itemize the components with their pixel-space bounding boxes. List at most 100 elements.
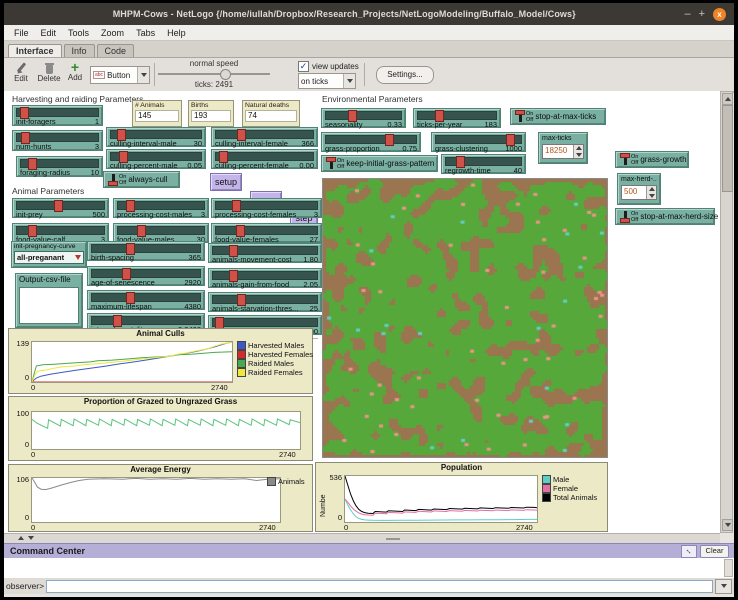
spinner[interactable] (646, 186, 656, 199)
chooser-init-pregnancy-curve[interactable]: init-pregnancy-curve all-preganant (11, 241, 87, 268)
input-max-herd[interactable]: max-herd-... 500 (617, 173, 661, 205)
history-dropdown-button[interactable] (715, 578, 732, 594)
slider-track[interactable] (110, 129, 202, 141)
slider-food-value-females[interactable]: food-value-females 27 (211, 223, 322, 244)
slider-handle[interactable] (126, 292, 136, 304)
menu-zoom[interactable]: Zoom (95, 28, 130, 38)
minimize-button[interactable]: – (684, 8, 690, 20)
slider-init-foragers[interactable]: init-foragers 1 (12, 105, 103, 126)
scrollbar-thumb[interactable] (722, 105, 733, 192)
slider-handle[interactable] (19, 107, 29, 119)
spinner[interactable] (573, 145, 583, 158)
input-max-ticks[interactable]: max-ticks 18250 (538, 132, 588, 164)
add-button[interactable]: + Add (64, 60, 86, 82)
slider-track[interactable] (117, 225, 205, 237)
close-button[interactable]: x (713, 7, 726, 21)
slider-track[interactable] (16, 107, 99, 119)
slider-handle[interactable] (236, 225, 246, 237)
slider-handle[interactable] (117, 129, 127, 141)
slider-num-hunts[interactable]: num-hunts 3 (12, 130, 103, 151)
slider-ticks-per-year[interactable]: ticks-per-year 183 (413, 108, 501, 129)
slider-handle[interactable] (229, 245, 239, 257)
slider-handle[interactable] (136, 225, 146, 237)
switch-stop-at-max-herd-size[interactable]: On Off stop-at-max-herd-size (615, 208, 718, 225)
slider-handle[interactable] (237, 129, 247, 141)
slider-track[interactable] (117, 200, 205, 212)
slider-track[interactable] (16, 132, 99, 144)
input-value[interactable]: 18250 (543, 145, 573, 158)
slider-handle[interactable] (435, 110, 445, 122)
slider-track[interactable] (91, 292, 201, 304)
slider-track[interactable] (215, 200, 318, 212)
slider-track[interactable] (20, 158, 99, 170)
slider-seasonality[interactable]: seasonality 0.33 (321, 108, 406, 129)
slider-track[interactable] (91, 315, 201, 327)
slider-track[interactable] (16, 225, 105, 237)
slider-track[interactable] (435, 134, 522, 146)
slider-handle[interactable] (122, 268, 132, 280)
slider-animals-movement-cost[interactable]: animals-movement-cost 1.80 (208, 243, 322, 264)
slider-init-prey[interactable]: init-prey 500 (12, 198, 109, 219)
slider-culling-interval-female[interactable]: culling-interval-female 366 (211, 127, 318, 148)
slider-track[interactable] (215, 225, 318, 237)
slider-handle[interactable] (229, 270, 239, 282)
slider-grass-proportion[interactable]: grass-proportion 0.75 (321, 132, 421, 153)
scroll-up-arrow[interactable] (722, 93, 733, 105)
slider-processing-cost-females[interactable]: processing-cost-females 3 (211, 198, 322, 219)
switch-toggle[interactable] (514, 110, 525, 123)
scroll-right-arrow[interactable] (28, 536, 34, 540)
slider-track[interactable] (445, 156, 522, 168)
slider-culling-percent-female[interactable]: culling-percent-female 0.00 (211, 149, 318, 170)
slider-handle[interactable] (385, 134, 395, 146)
slider-track[interactable] (215, 151, 314, 163)
slider-food-value-males[interactable]: food-value-males 30 (113, 223, 209, 244)
slider-track[interactable] (91, 268, 201, 280)
slider-regrowth-time[interactable]: regrowth-time 40 (441, 154, 526, 175)
slider-handle[interactable] (236, 294, 246, 306)
input-value[interactable]: 500 (622, 186, 646, 199)
switch-toggle[interactable] (619, 210, 630, 223)
slider-handle[interactable] (126, 243, 136, 255)
slider-track[interactable] (215, 129, 314, 141)
setup-button[interactable]: setup (210, 173, 242, 191)
slider-track[interactable] (212, 317, 318, 329)
switch-always-cull[interactable]: On Off always-cull (103, 171, 180, 188)
output-csv-file-area[interactable] (19, 287, 79, 324)
tab-code[interactable]: Code (96, 44, 135, 57)
switch-toggle[interactable] (325, 157, 336, 170)
slider-grass-clustering[interactable]: grass-clustering 1000 (431, 132, 526, 153)
switch-toggle[interactable] (107, 173, 118, 186)
maximize-button[interactable]: + (699, 8, 705, 20)
tab-interface[interactable]: Interface (8, 44, 62, 57)
edit-button[interactable]: Edit (10, 62, 32, 83)
scroll-left-arrow[interactable] (18, 536, 24, 540)
slider-handle[interactable] (21, 132, 31, 144)
slider-birth-spacing[interactable]: birth-spacing 365 (87, 241, 205, 262)
switch-grass-growth[interactable]: On Off grass-growth (615, 151, 689, 168)
slider-handle[interactable] (455, 156, 465, 168)
slider-handle[interactable] (118, 151, 128, 163)
output-csv-file-input[interactable]: Output-csv-file (15, 273, 83, 328)
scroll-down-arrow[interactable] (722, 519, 733, 531)
update-mode-dropdown[interactable]: on ticks (298, 73, 356, 89)
vertical-scrollbar[interactable] (720, 91, 733, 533)
slider-handle[interactable] (347, 110, 357, 122)
slider-handle[interactable] (231, 200, 241, 212)
slider-track[interactable] (16, 200, 105, 212)
menu-tabs[interactable]: Tabs (130, 28, 161, 38)
switch-toggle[interactable] (619, 153, 630, 166)
world-view[interactable] (322, 178, 608, 458)
widget-type-dropdown[interactable]: abc Button (90, 66, 150, 84)
delete-button[interactable]: Delete (36, 62, 62, 83)
chooser-value[interactable]: all-preganant (14, 251, 84, 264)
switch-stop-at-max-ticks[interactable]: On Off stop-at-max-ticks (510, 108, 606, 125)
menu-help[interactable]: Help (161, 28, 192, 38)
speed-slider[interactable] (158, 69, 270, 80)
view-updates-checkbox[interactable]: ✓ (298, 61, 309, 72)
speed-slider-thumb[interactable] (219, 69, 231, 80)
slider-maximum-lifespan[interactable]: maximum-lifespan 4380 (87, 290, 205, 311)
observer-command-input[interactable] (46, 579, 713, 593)
slider-track[interactable] (110, 151, 202, 163)
clear-button[interactable]: Clear (700, 544, 729, 558)
settings-button[interactable]: Settings... (376, 66, 434, 84)
